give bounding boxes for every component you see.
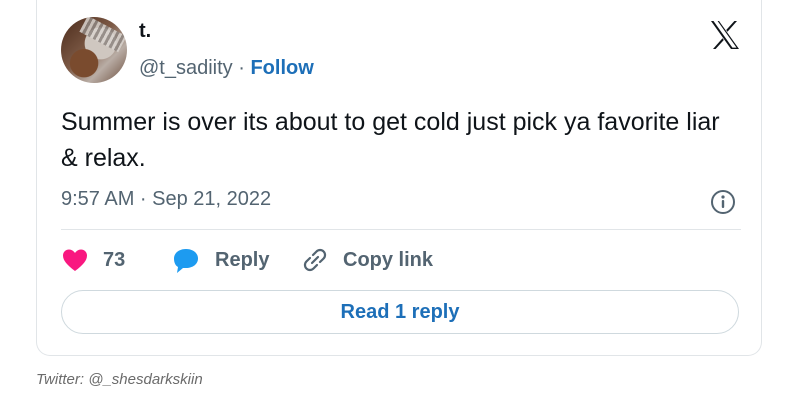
like-button[interactable]: 73 [61, 246, 125, 274]
read-reply-button[interactable]: Read 1 reply [61, 290, 739, 334]
handle-separator: · [238, 57, 245, 79]
follow-button[interactable]: Follow [250, 57, 313, 79]
speech-bubble-icon [174, 249, 198, 273]
handle-row: @t_sadiity · Follow [139, 57, 314, 80]
image-credit-caption: Twitter: @_shesdarkskiin [36, 371, 203, 388]
author-handle[interactable]: @t_sadiity [139, 57, 233, 79]
divider [61, 229, 741, 230]
x-logo-icon[interactable] [709, 20, 741, 50]
avatar-pattern [79, 17, 127, 53]
avatar[interactable] [61, 17, 127, 83]
author-name[interactable]: t. [139, 20, 151, 43]
tweet-card: t. @t_sadiity · Follow Summer is over it… [36, 0, 762, 356]
tweet-timestamp[interactable]: 9:57 AM · Sep 21, 2022 [61, 188, 271, 211]
link-icon [303, 248, 327, 272]
heart-icon [63, 249, 87, 271]
tweet-text: Summer is over its about to get cold jus… [61, 108, 720, 172]
reply-button[interactable]: Reply [171, 246, 269, 274]
info-icon[interactable] [710, 189, 736, 215]
copy-link-label: Copy link [343, 248, 434, 271]
reply-label: Reply [215, 248, 270, 271]
read-reply-label: Read 1 reply [340, 300, 460, 323]
copy-link-button[interactable]: Copy link [301, 246, 433, 274]
like-count: 73 [103, 248, 126, 271]
